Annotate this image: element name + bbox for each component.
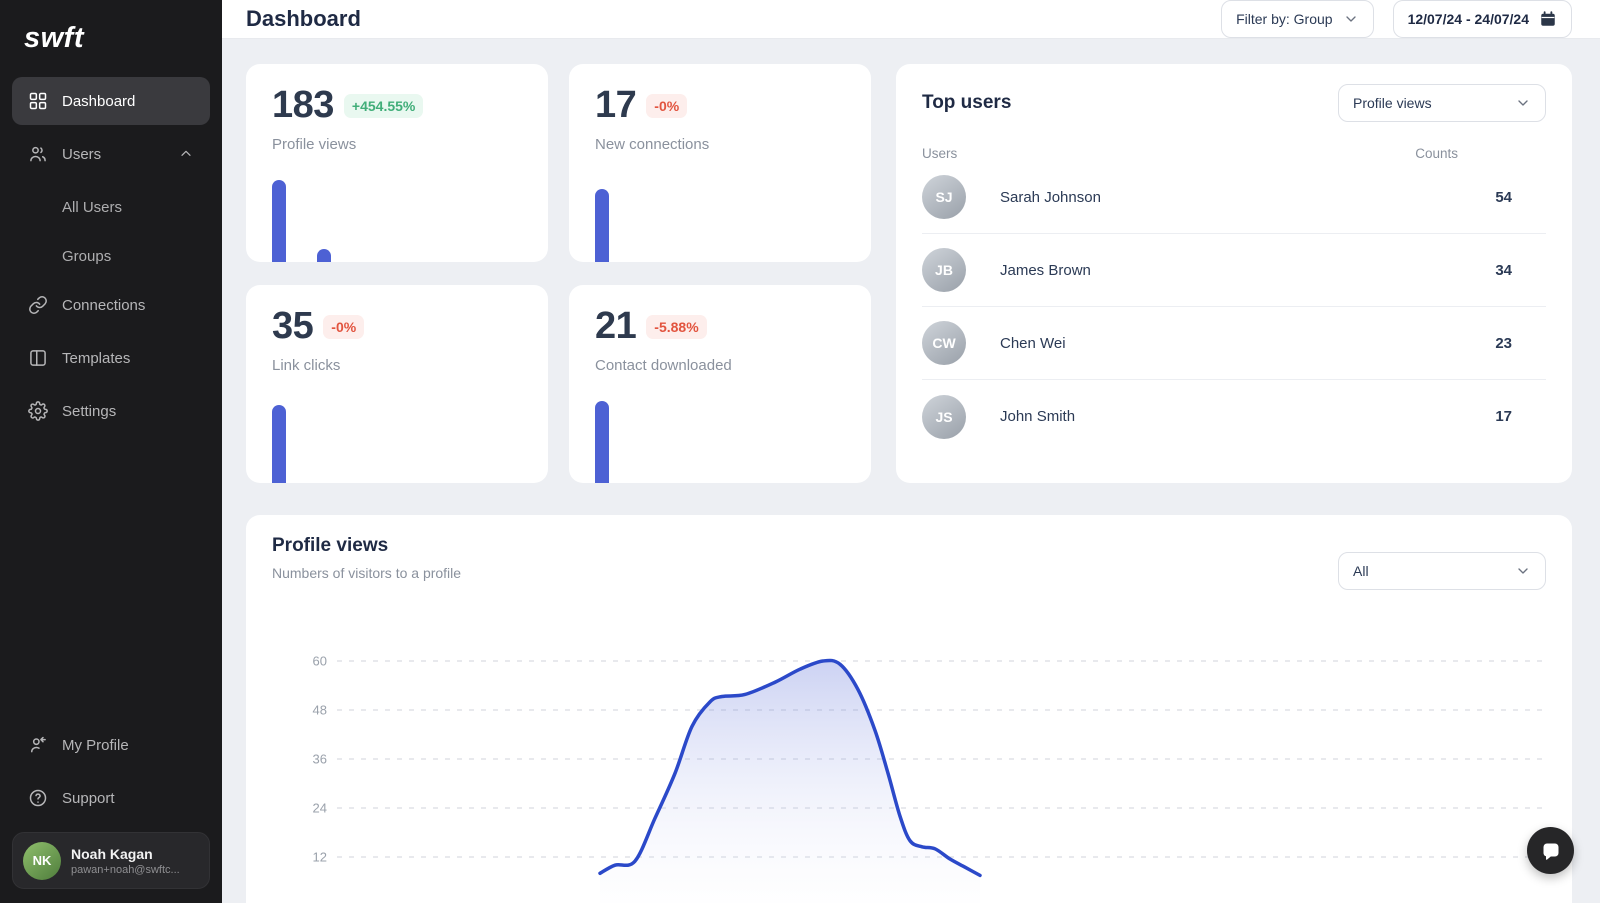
stat-value: 17 [595, 84, 636, 127]
stat-label: New connections [595, 136, 845, 153]
sidebar-item-users[interactable]: Users [12, 130, 210, 178]
grid-icon [28, 91, 48, 111]
chart-filter-dropdown[interactable]: All [1338, 552, 1546, 590]
user-profile-card[interactable]: NK Noah Kagan pawan+noah@swftc... [12, 832, 210, 889]
filter-label: Filter by: Group [1236, 11, 1332, 27]
avatar: SJ [922, 175, 966, 219]
sidebar-item-all-users[interactable]: All Users [12, 183, 210, 232]
sidebar-item-support[interactable]: Support [12, 774, 210, 822]
avatar: JS [922, 395, 966, 439]
stat-delta-badge: -5.88% [646, 315, 706, 339]
stat-delta-badge: -0% [646, 94, 687, 118]
chevron-up-icon [178, 146, 194, 162]
brand-logo: swft [0, 0, 222, 75]
svg-text:36: 36 [313, 752, 327, 767]
template-icon [28, 348, 48, 368]
svg-text:48: 48 [313, 703, 327, 718]
user-arrow-icon [28, 735, 48, 755]
sidebar-nav: Dashboard Users All Users Groups Connect… [0, 75, 222, 440]
avatar: JB [922, 248, 966, 292]
page-title: Dashboard [246, 6, 361, 32]
topbar: Dashboard Filter by: Group 12/07/24 - 24… [222, 0, 1600, 39]
column-header-users: Users [922, 146, 957, 161]
top-users-panel: Top users Profile views Users Counts SJ … [896, 64, 1572, 483]
sidebar-item-label: Connections [62, 297, 145, 314]
sidebar-item-label: My Profile [62, 737, 129, 754]
gear-icon [28, 401, 48, 421]
link-icon [28, 295, 48, 315]
stat-label: Contact downloaded [595, 357, 845, 374]
column-header-counts: Counts [1415, 146, 1458, 161]
user-name: John Smith [1000, 408, 1075, 425]
users-icon [28, 144, 48, 164]
chevron-down-icon [1343, 11, 1359, 27]
dashboard-content: 183 +454.55% Profile views 17 -0% New co… [222, 39, 1600, 903]
avatar: NK [23, 842, 61, 880]
mini-bar [317, 249, 331, 262]
sidebar-footer: My Profile Support NK Noah Kagan pawan+n… [0, 721, 222, 903]
sidebar: swft Dashboard Users All Users Groups [0, 0, 222, 903]
stat-card-new-connections: 17 -0% New connections [569, 64, 871, 262]
table-row[interactable]: CW Chen Wei 23 [922, 307, 1546, 380]
help-icon [28, 788, 48, 808]
mini-bar [272, 405, 286, 483]
stat-card-profile-views: 183 +454.55% Profile views [246, 64, 548, 262]
user-name: Sarah Johnson [1000, 189, 1101, 206]
profile-views-chart-card: Profile views Numbers of visitors to a p… [246, 515, 1572, 903]
table-row[interactable]: JB James Brown 34 [922, 234, 1546, 307]
sidebar-item-templates[interactable]: Templates [12, 334, 210, 382]
sidebar-item-label: Dashboard [62, 93, 135, 110]
chart-filter-value: All [1353, 563, 1369, 579]
table-row[interactable]: SJ Sarah Johnson 54 [922, 161, 1546, 234]
svg-text:60: 60 [313, 654, 327, 669]
top-users-metric-dropdown[interactable]: Profile views [1338, 84, 1546, 122]
stat-card-link-clicks: 35 -0% Link clicks [246, 285, 548, 483]
user-count: 34 [1495, 262, 1512, 279]
user-count: 54 [1495, 189, 1512, 206]
chat-bubble-icon [1539, 839, 1563, 863]
avatar: CW [922, 321, 966, 365]
stat-value: 35 [272, 305, 313, 348]
date-range-picker[interactable]: 12/07/24 - 24/07/24 [1393, 0, 1572, 38]
chevron-down-icon [1515, 95, 1531, 111]
stats-grid: 183 +454.55% Profile views 17 -0% New co… [246, 64, 871, 483]
stat-delta-badge: -0% [323, 315, 364, 339]
stat-value: 183 [272, 84, 334, 127]
user-name: Chen Wei [1000, 335, 1066, 352]
sidebar-item-groups[interactable]: Groups [12, 232, 210, 281]
sidebar-item-label: Users [62, 146, 101, 163]
mini-bar [272, 180, 286, 262]
calendar-icon [1539, 10, 1557, 28]
main-area: Dashboard Filter by: Group 12/07/24 - 24… [222, 0, 1600, 903]
chevron-down-icon [1515, 563, 1531, 579]
table-row[interactable]: JS John Smith 17 [922, 380, 1546, 453]
profile-name: Noah Kagan [71, 846, 180, 862]
user-count: 23 [1495, 335, 1512, 352]
top-users-title: Top users [922, 92, 1011, 114]
sidebar-item-settings[interactable]: Settings [12, 387, 210, 435]
stat-card-contact-downloaded: 21 -5.88% Contact downloaded [569, 285, 871, 483]
mini-bar [595, 189, 609, 262]
metric-selected-value: Profile views [1353, 95, 1432, 111]
user-count: 17 [1495, 408, 1512, 425]
svg-text:24: 24 [313, 801, 327, 816]
date-range-value: 12/07/24 - 24/07/24 [1408, 11, 1529, 27]
stat-value: 21 [595, 305, 636, 348]
sidebar-item-label: Settings [62, 403, 116, 420]
svg-text:12: 12 [313, 850, 327, 865]
sidebar-item-connections[interactable]: Connections [12, 281, 210, 329]
sidebar-item-label: Support [62, 790, 115, 807]
profile-email: pawan+noah@swftc... [71, 864, 180, 876]
user-name: James Brown [1000, 262, 1091, 279]
stat-label: Link clicks [272, 357, 522, 374]
sidebar-item-my-profile[interactable]: My Profile [12, 721, 210, 769]
stat-label: Profile views [272, 136, 522, 153]
sidebar-item-dashboard[interactable]: Dashboard [12, 77, 210, 125]
sidebar-item-label: Templates [62, 350, 130, 367]
stat-delta-badge: +454.55% [344, 94, 423, 118]
mini-bar [595, 401, 609, 483]
filter-by-group-dropdown[interactable]: Filter by: Group [1221, 0, 1373, 38]
chat-widget-button[interactable] [1527, 827, 1574, 874]
